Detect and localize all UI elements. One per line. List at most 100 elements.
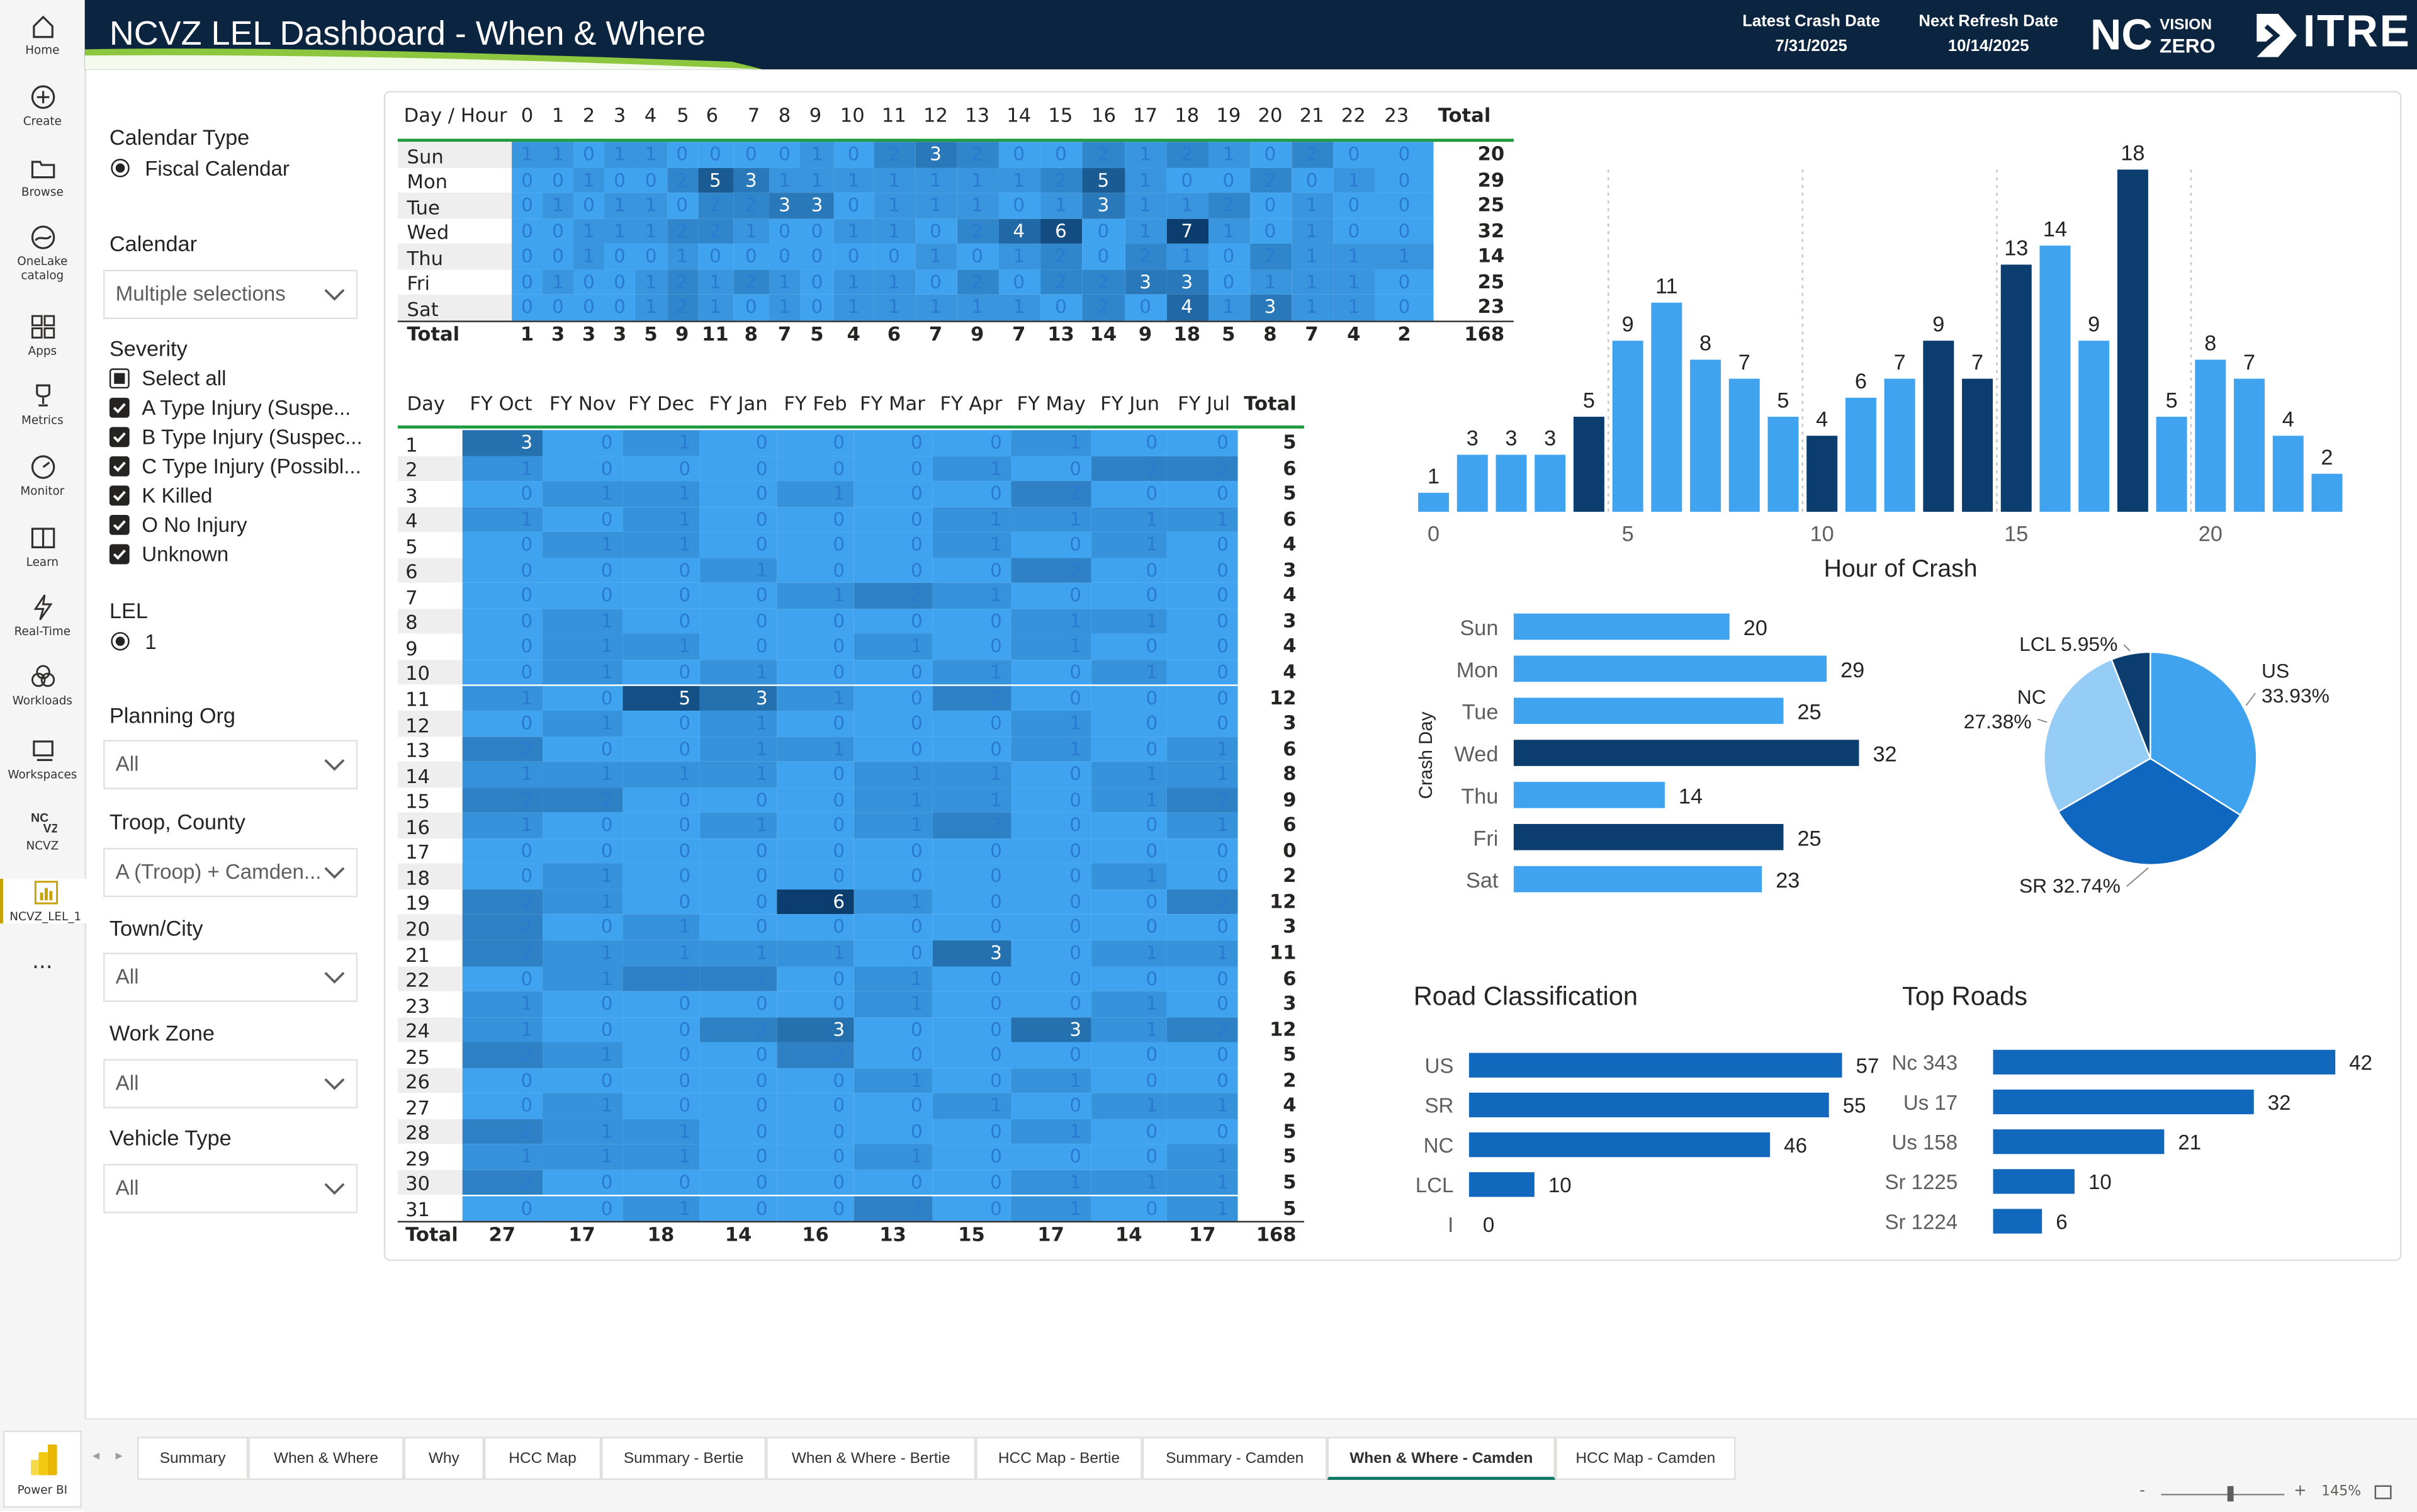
matrix-cell[interactable]: 0 (543, 167, 574, 193)
matrix-cell[interactable]: 1 (854, 966, 932, 991)
matrix-cell[interactable]: 1 (854, 1144, 932, 1170)
matrix-cell[interactable]: 1 (1249, 269, 1292, 295)
matrix-cell[interactable]: 1 (541, 634, 623, 660)
matrix-cell[interactable]: 0 (1090, 685, 1167, 711)
matrix-cell[interactable]: 0 (543, 294, 574, 320)
matrix-cell[interactable]: 0 (1166, 838, 1238, 864)
nav-workspaces[interactable]: Workspaces (0, 737, 85, 782)
matrix-cell[interactable]: 3 (769, 193, 801, 218)
matrix-cell[interactable]: 0 (1011, 940, 1091, 966)
matrix-cell[interactable]: 1 (777, 481, 854, 507)
matrix-cell[interactable]: 0 (777, 762, 854, 787)
matrix-cell[interactable]: 1 (699, 940, 777, 966)
matrix-cell[interactable]: 1 (1011, 1068, 1091, 1094)
matrix-cell[interactable]: 0 (1090, 736, 1167, 762)
matrix-cell[interactable]: 2 (667, 167, 698, 193)
matrix-cell[interactable]: 0 (462, 838, 542, 864)
matrix-cell[interactable]: 0 (512, 269, 543, 295)
matrix-cell[interactable]: 0 (541, 506, 623, 533)
matrix-cell[interactable]: 0 (541, 430, 623, 456)
hour-bar[interactable] (2272, 436, 2304, 512)
matrix-cell[interactable]: 0 (854, 506, 932, 533)
matrix-cell[interactable]: 1 (1039, 193, 1083, 218)
matrix-cell[interactable]: 0 (622, 1170, 700, 1196)
matrix-cell[interactable]: 0 (622, 813, 700, 838)
matrix-cell[interactable]: 1 (622, 1195, 700, 1221)
matrix-cell[interactable]: 0 (462, 711, 542, 736)
matrix-cell[interactable]: 1 (699, 557, 777, 584)
matrix-cell[interactable]: 0 (604, 269, 635, 295)
matrix-cell[interactable]: 2 (1207, 193, 1249, 218)
matrix-cell[interactable]: 2 (1291, 142, 1333, 167)
matrix-cell[interactable]: 1 (932, 455, 1011, 482)
power-bi-switcher[interactable]: Power BI (3, 1430, 82, 1508)
severity-option[interactable]: C Type Injury (Possibl... (109, 454, 361, 478)
matrix-cell[interactable]: 1 (1011, 736, 1091, 762)
matrix-cell[interactable]: 1 (541, 660, 623, 685)
matrix-cell[interactable]: 1 (543, 193, 574, 218)
matrix-cell[interactable]: 1 (873, 167, 915, 193)
matrix-cell[interactable]: 0 (1090, 915, 1167, 940)
matrix-cell[interactable]: 1 (1011, 506, 1091, 533)
matrix-cell[interactable]: 0 (800, 269, 834, 295)
matrix-cell[interactable]: 0 (1166, 711, 1238, 736)
matrix-cell[interactable]: 2 (1011, 481, 1091, 507)
hour-bar[interactable] (1884, 378, 1915, 512)
matrix-cell[interactable]: 0 (800, 294, 834, 320)
matrix-cell[interactable]: 0 (622, 736, 700, 762)
tab-when-where[interactable]: When & Where (248, 1436, 404, 1481)
matrix-cell[interactable]: 1 (622, 1119, 700, 1145)
matrix-cell[interactable]: 0 (1090, 966, 1167, 991)
matrix-cell[interactable]: 1 (667, 243, 698, 269)
road-bar[interactable] (1993, 1209, 2042, 1234)
hour-bar[interactable] (1612, 341, 1643, 512)
tab-summary[interactable]: Summary (137, 1436, 249, 1481)
matrix-cell[interactable]: 0 (1090, 1068, 1167, 1094)
matrix-cell[interactable]: 1 (1090, 532, 1167, 558)
matrix-cell[interactable]: 1 (1291, 294, 1333, 320)
matrix-cell[interactable]: 0 (1090, 889, 1167, 915)
matrix-cell[interactable]: 1 (854, 991, 932, 1017)
matrix-cell[interactable]: 3 (1124, 269, 1166, 295)
matrix-cell[interactable]: 0 (1166, 966, 1238, 991)
matrix-cell[interactable]: 1 (777, 736, 854, 762)
severity-option[interactable]: Unknown (109, 543, 228, 566)
matrix-cell[interactable]: 0 (1011, 915, 1091, 940)
road-bar[interactable] (1468, 1172, 1535, 1197)
matrix-cell[interactable]: 2 (956, 142, 998, 167)
matrix-cell[interactable]: 1 (541, 1042, 623, 1068)
matrix-cell[interactable]: 0 (854, 1119, 932, 1145)
matrix-cell[interactable]: 1 (634, 218, 667, 244)
matrix-cell[interactable]: 0 (800, 243, 834, 269)
day-bar[interactable] (1513, 697, 1784, 725)
matrix-cell[interactable]: 0 (1332, 142, 1375, 167)
hour-bar[interactable] (2078, 341, 2110, 512)
road-bar[interactable] (1468, 1052, 1842, 1078)
matrix-cell[interactable]: 0 (699, 532, 777, 558)
matrix-cell[interactable]: 0 (541, 991, 623, 1017)
matrix-cell[interactable]: 0 (699, 1144, 777, 1170)
matrix-cell[interactable]: 1 (541, 608, 623, 635)
matrix-cell[interactable]: 1 (541, 940, 623, 966)
matrix-cell[interactable]: 1 (1291, 269, 1333, 295)
matrix-cell[interactable]: 0 (699, 864, 777, 889)
matrix-cell[interactable]: 0 (541, 557, 623, 584)
matrix-cell[interactable]: 1 (956, 193, 998, 218)
matrix-cell[interactable]: 1 (854, 889, 932, 915)
matrix-cell[interactable]: 2 (733, 193, 770, 218)
matrix-cell[interactable]: 1 (1166, 1170, 1238, 1196)
hour-bar[interactable] (1456, 454, 1488, 512)
matrix-cell[interactable]: 1 (854, 813, 932, 838)
matrix-cell[interactable]: 0 (769, 243, 801, 269)
matrix-cell[interactable]: 0 (1332, 193, 1375, 218)
matrix-cell[interactable]: 1 (1207, 294, 1249, 320)
matrix-cell[interactable]: 6 (777, 889, 854, 915)
matrix-cell[interactable]: 7 (1166, 218, 1208, 244)
tab-summary-bertie[interactable]: Summary - Bertie (601, 1436, 767, 1481)
matrix-cell[interactable]: 0 (733, 142, 770, 167)
matrix-cell[interactable]: 0 (462, 583, 542, 609)
tab-hcc-map[interactable]: HCC Map (483, 1436, 602, 1481)
matrix-cell[interactable]: 1 (462, 685, 542, 711)
matrix-cell[interactable]: 1 (1166, 506, 1238, 533)
matrix-cell[interactable]: 1 (1090, 506, 1167, 533)
